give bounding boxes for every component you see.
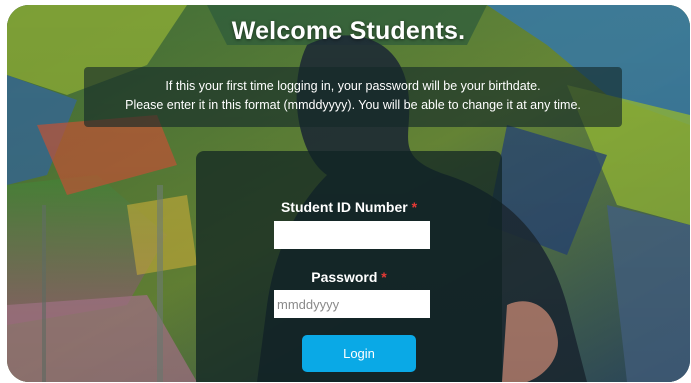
login-button[interactable]: Login (302, 335, 416, 372)
student-id-input[interactable] (274, 221, 430, 249)
student-id-label-text: Student ID Number (280, 199, 408, 215)
first-login-info: If this your first time logging in, your… (84, 67, 622, 127)
student-id-label: Student ID Number * (196, 199, 502, 215)
info-line-1: If this your first time logging in, your… (165, 79, 541, 93)
info-line-2: Please enter it in this format (mmddyyyy… (125, 98, 581, 112)
required-marker: * (381, 269, 387, 285)
page-title: Welcome Students. (231, 17, 466, 45)
password-label-text: Password (311, 269, 378, 285)
required-marker: * (411, 199, 418, 215)
login-page: Welcome Students. If this your first tim… (7, 5, 690, 382)
login-form: Student ID Number * Password * Login (196, 151, 502, 382)
password-input[interactable] (274, 290, 430, 318)
password-label: Password * (196, 269, 502, 285)
